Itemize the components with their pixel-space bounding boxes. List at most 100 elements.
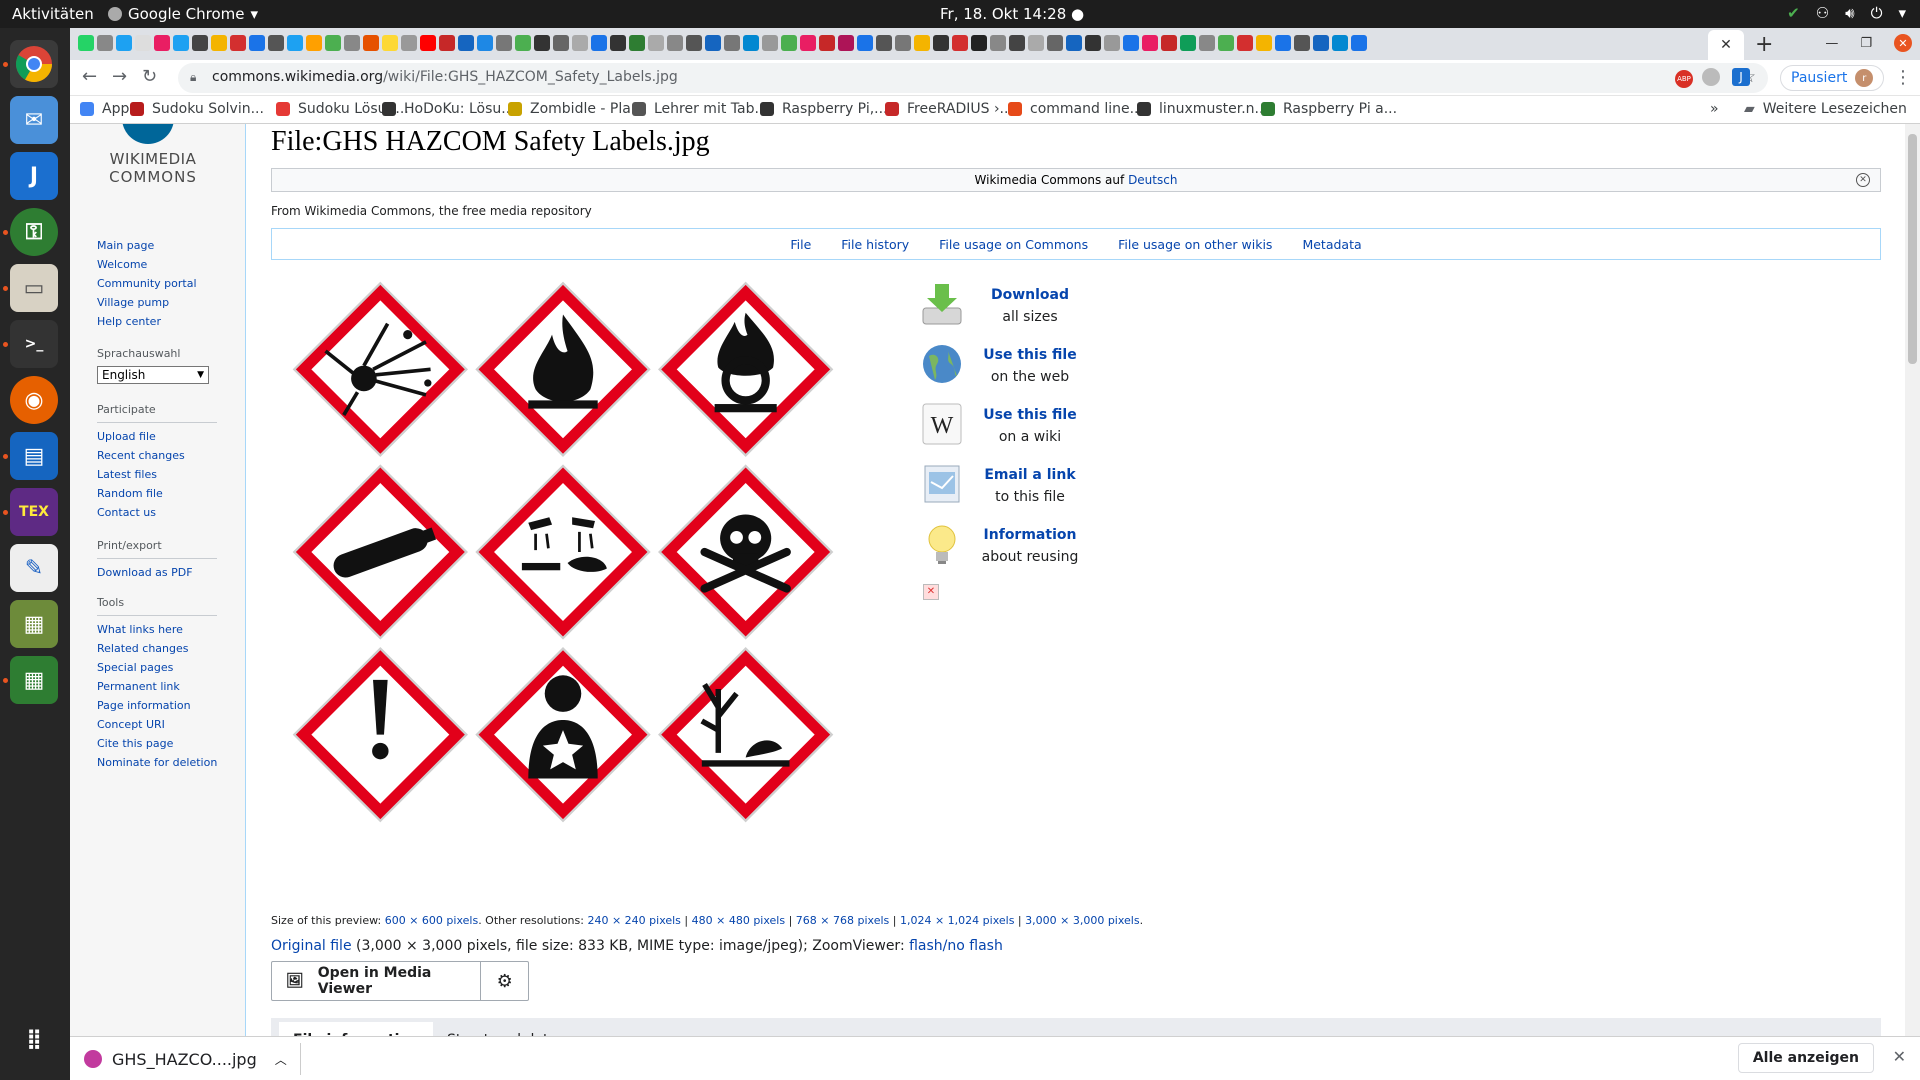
tab-file-information[interactable]: File information (279, 1022, 434, 1036)
active-tab[interactable]: ✕ (1708, 30, 1744, 60)
tab-favicon[interactable] (1275, 35, 1291, 51)
tab-favicon[interactable] (116, 35, 132, 51)
jitsi-extension-icon[interactable]: J (1732, 68, 1750, 86)
tab-favicon[interactable] (1332, 35, 1348, 51)
volume-icon[interactable]: 🔊︎ (1845, 4, 1854, 22)
back-icon[interactable]: ← (82, 66, 97, 87)
tab-favicon[interactable] (1180, 35, 1196, 51)
preview-size-link[interactable]: 600 × 600 pixels (385, 914, 478, 927)
file-action-item[interactable]: Email a link to this file (921, 458, 1091, 518)
resolution-link[interactable]: 3,000 × 3,000 pixels (1025, 914, 1139, 927)
bookmark-item[interactable]: FreeRADIUS ›... (885, 101, 1013, 117)
download-item[interactable]: GHS_HAZCO....jpg ︿ (84, 1045, 314, 1073)
tab-favicon[interactable] (876, 35, 892, 51)
bookmark-item[interactable]: Raspberry Pi a... (1261, 101, 1397, 117)
mail-dock-icon[interactable]: ✉ (10, 96, 58, 144)
resolution-link[interactable]: 768 × 768 pixels (796, 914, 889, 927)
tab-favicon[interactable] (1085, 35, 1101, 51)
writer-dock-icon[interactable]: ▤ (10, 432, 58, 480)
tab-favicon[interactable] (1313, 35, 1329, 51)
tab-favicon[interactable] (667, 35, 683, 51)
update-check-icon[interactable]: ✔ (1787, 4, 1800, 22)
tab-favicon[interactable] (1009, 35, 1025, 51)
bookmark-item[interactable]: Lehrer mit Tab... (632, 101, 768, 117)
text-editor-dock-icon[interactable]: ✎ (10, 544, 58, 592)
show-all-downloads-button[interactable]: Alle anzeigen (1737, 1043, 1874, 1073)
tab-favicon[interactable] (1047, 35, 1063, 51)
toc-link-usage-commons[interactable]: File usage on Commons (939, 237, 1088, 252)
other-bookmarks[interactable]: ▰ Weitere Lesezeichen (1744, 101, 1907, 117)
tab-favicon[interactable] (363, 35, 379, 51)
sidebar-link[interactable]: Nominate for deletion (97, 753, 217, 772)
toc-link-file[interactable]: File (790, 237, 811, 252)
file-action-link[interactable]: Use this file (983, 347, 1076, 363)
bookmark-item[interactable]: linuxmuster.n... (1137, 101, 1268, 117)
tab-favicon[interactable] (230, 35, 246, 51)
tab-favicon[interactable] (154, 35, 170, 51)
tab-favicon[interactable] (933, 35, 949, 51)
bookmarks-overflow[interactable]: » (1710, 101, 1719, 117)
resolution-link[interactable]: 480 × 480 pixels (692, 914, 785, 927)
tab-favicon[interactable] (1294, 35, 1310, 51)
tab-favicon[interactable] (686, 35, 702, 51)
maximize-icon[interactable]: ❐ (1860, 36, 1872, 51)
bookmark-item[interactable]: Sudoku Solvin... (130, 101, 264, 117)
tab-favicon[interactable] (420, 35, 436, 51)
new-tab-button[interactable]: + (1755, 32, 1773, 57)
file-action-item[interactable]: Download all sizes (921, 278, 1091, 338)
terminal-dock-icon[interactable]: >_ (10, 320, 58, 368)
bookmark-item[interactable]: command line... (1008, 101, 1143, 117)
tab-favicon[interactable] (1066, 35, 1082, 51)
tab-favicon[interactable] (249, 35, 265, 51)
tab-favicon[interactable] (895, 35, 911, 51)
resolution-link[interactable]: 240 × 240 pixels (587, 914, 680, 927)
sidebar-link[interactable]: Contact us (97, 503, 217, 522)
sidebar-link[interactable]: Recent changes (97, 446, 217, 465)
bookmark-item[interactable]: HoDoKu: Lösu... (382, 101, 515, 117)
sidebar-link[interactable]: Special pages (97, 658, 217, 677)
resolution-link[interactable]: 1,024 × 1,024 pixels (900, 914, 1014, 927)
toc-link-file-history[interactable]: File history (841, 237, 909, 252)
app-menu[interactable]: Google Chrome ▾ (108, 5, 258, 23)
chrome-dock-icon[interactable] (10, 40, 58, 88)
file-action-link[interactable]: Download (991, 287, 1069, 303)
sidebar-link[interactable]: Concept URI (97, 715, 217, 734)
tab-favicon[interactable] (458, 35, 474, 51)
tab-favicon[interactable] (97, 35, 113, 51)
file-action-link[interactable]: Email a link (984, 467, 1075, 483)
sidebar-link[interactable]: Cite this page (97, 734, 217, 753)
close-window-icon[interactable]: ✕ (1894, 34, 1912, 52)
tab-favicon[interactable] (515, 35, 531, 51)
original-file-link[interactable]: Original file (271, 938, 352, 954)
tab-favicon[interactable] (1161, 35, 1177, 51)
tab-favicon[interactable] (743, 35, 759, 51)
power-icon[interactable]: ⏻ (1871, 4, 1883, 22)
firefox-dock-icon[interactable]: ◉ (10, 376, 58, 424)
sidebar-link[interactable]: Page information (97, 696, 217, 715)
tab-favicon[interactable] (990, 35, 1006, 51)
tab-favicon[interactable] (553, 35, 569, 51)
language-select[interactable]: English ▼ (97, 366, 209, 384)
files-dock-icon[interactable]: ▭ (10, 264, 58, 312)
tab-favicon[interactable] (496, 35, 512, 51)
jitsi-dock-icon[interactable]: J (10, 152, 58, 200)
address-bar[interactable]: 🔒︎ commons.wikimedia.org/wiki/File:GHS_H… (178, 63, 1768, 93)
bookmark-item[interactable]: Raspberry Pi,... (760, 101, 888, 117)
tab-favicon[interactable] (629, 35, 645, 51)
close-tab-icon[interactable]: ✕ (1720, 37, 1732, 53)
sidebar-link[interactable]: Welcome (97, 255, 197, 274)
dismiss-icon[interactable]: ✕ (1856, 173, 1870, 187)
chrome-menu-icon[interactable]: ⋮ (1894, 67, 1912, 88)
file-action-item[interactable]: W Use this file on a wiki (921, 398, 1091, 458)
tab-favicon[interactable] (1199, 35, 1215, 51)
tab-favicon[interactable] (477, 35, 493, 51)
sidebar-link[interactable]: Main page (97, 236, 197, 255)
minetest-dock-icon[interactable]: ▦ (10, 600, 58, 648)
tab-favicon[interactable] (971, 35, 987, 51)
tab-favicon[interactable] (1351, 35, 1367, 51)
tab-structured-data[interactable]: Structured data (433, 1022, 571, 1036)
tab-favicon[interactable] (1123, 35, 1139, 51)
tab-favicon[interactable] (401, 35, 417, 51)
tab-favicon[interactable] (610, 35, 626, 51)
tab-favicon[interactable] (287, 35, 303, 51)
